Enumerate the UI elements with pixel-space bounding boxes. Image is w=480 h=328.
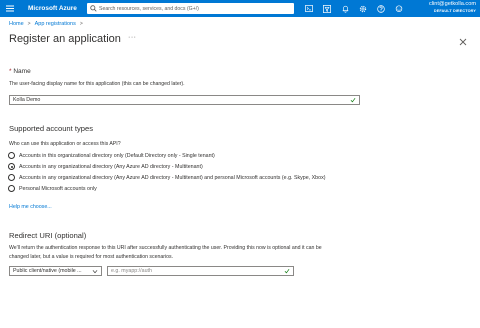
chevron-down-icon: [92, 269, 98, 276]
account-email: clint@getkolla.com: [428, 1, 476, 7]
radio-button[interactable]: [8, 174, 15, 181]
help-me-choose-link[interactable]: Help me choose...: [9, 204, 52, 210]
help-icon[interactable]: [372, 0, 390, 17]
breadcrumb: Home > App registrations >: [9, 21, 83, 27]
radio-label: Accounts in any organizational directory…: [19, 174, 326, 181]
account-types-question: Who can use this application or access t…: [9, 141, 121, 147]
redirect-uri-help-line1: We'll return the authentication response…: [9, 245, 322, 251]
terminal-icon[interactable]: [300, 0, 318, 17]
search-icon: [87, 3, 99, 14]
search-box[interactable]: Search resources, services, and docs (G+…: [87, 3, 294, 14]
search-placeholder: Search resources, services, and docs (G+…: [99, 5, 199, 12]
menu-icon[interactable]: [0, 0, 20, 17]
platform-select[interactable]: Public client/native (mobile ...: [9, 266, 102, 276]
app-name-input[interactable]: Kolla Demo: [9, 95, 360, 105]
redirect-uri-placeholder: e.g. myapp://auth: [111, 268, 152, 274]
gear-icon[interactable]: [354, 0, 372, 17]
account-option-multitenant-personal[interactable]: Accounts in any organizational directory…: [8, 174, 325, 181]
radio-label: Accounts in this organizational director…: [19, 152, 215, 159]
close-icon[interactable]: [458, 34, 468, 46]
bell-icon[interactable]: [336, 0, 354, 17]
breadcrumb-app-registrations[interactable]: App registrations: [35, 21, 76, 27]
platform-select-value: Public client/native (mobile ...: [13, 268, 82, 274]
radio-button-selected[interactable]: [8, 163, 15, 170]
redirect-uri-heading: Redirect URI (optional): [9, 231, 87, 240]
feedback-icon[interactable]: [390, 0, 408, 17]
account-menu[interactable]: clint@getkolla.com DEFAULT DIRECTORY: [429, 1, 476, 14]
radio-button[interactable]: [8, 185, 15, 192]
account-option-single-tenant[interactable]: Accounts in this organizational director…: [8, 152, 215, 159]
account-option-multitenant[interactable]: Accounts in any organizational directory…: [8, 163, 203, 170]
directory-filter-icon[interactable]: [318, 0, 336, 17]
checkmark-icon: [284, 268, 290, 276]
radio-button[interactable]: [8, 152, 15, 159]
radio-label: Accounts in any organizational directory…: [19, 163, 203, 170]
account-types-heading: Supported account types: [9, 124, 94, 133]
brand-name[interactable]: Microsoft Azure: [28, 5, 77, 12]
app-name-value: Kolla Demo: [13, 97, 41, 103]
name-label: * Name: [9, 68, 31, 75]
page-title: Register an application: [9, 33, 121, 45]
redirect-uri-input[interactable]: e.g. myapp://auth: [107, 266, 294, 276]
account-directory: DEFAULT DIRECTORY: [433, 9, 476, 13]
radio-label: Personal Microsoft accounts only: [19, 185, 97, 192]
chevron-right-icon: >: [79, 21, 83, 27]
checkmark-icon: [350, 97, 356, 105]
top-navigation-bar: Microsoft Azure Search resources, servic…: [0, 0, 480, 17]
redirect-uri-help-line2: changed later, but a value is required f…: [9, 254, 174, 260]
chevron-right-icon: >: [27, 21, 31, 27]
breadcrumb-home[interactable]: Home: [9, 21, 24, 27]
more-options-icon[interactable]: ···: [128, 34, 137, 41]
account-option-personal-only[interactable]: Personal Microsoft accounts only: [8, 185, 97, 192]
name-help-text: The user-facing display name for this ap…: [9, 81, 185, 87]
